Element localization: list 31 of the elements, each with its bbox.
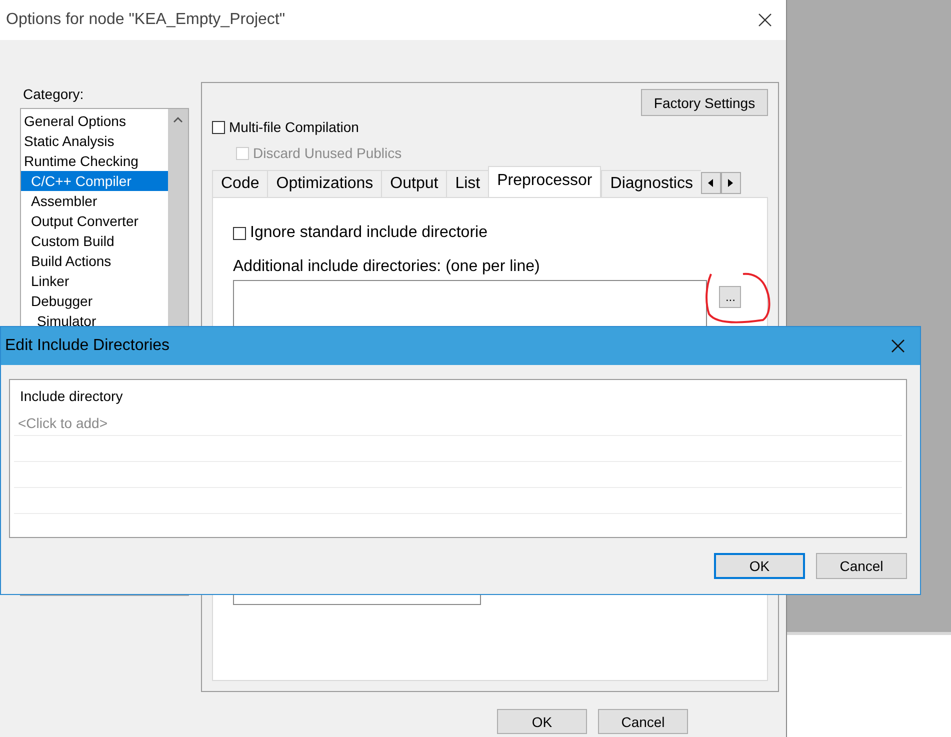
table-row[interactable]: <Click to add> bbox=[14, 410, 902, 436]
dialog-button[interactable]: OK bbox=[497, 709, 587, 734]
category-label: Category: bbox=[22, 85, 85, 104]
tab[interactable]: Code bbox=[212, 170, 268, 197]
checkbox-label: Multi-file Compilation bbox=[229, 119, 359, 135]
dialog-button[interactable]: OK bbox=[714, 553, 805, 579]
factory-settings-button[interactable]: Factory Settings bbox=[641, 89, 768, 116]
dialog-title: Edit Include Directories bbox=[5, 337, 170, 355]
category-item[interactable]: Assembler bbox=[21, 191, 168, 211]
browse-button[interactable]: ... bbox=[719, 286, 742, 308]
tab[interactable]: List bbox=[446, 170, 488, 197]
category-item[interactable]: Runtime Checking bbox=[21, 151, 168, 171]
category-item[interactable]: Debugger bbox=[21, 291, 168, 311]
window-title: Options for node "KEA_Empty_Project" bbox=[6, 11, 286, 29]
tab[interactable]: Optimizations bbox=[267, 170, 382, 197]
category-item[interactable]: C/C++ Compiler bbox=[21, 171, 168, 191]
category-item[interactable]: General Options bbox=[21, 111, 168, 131]
category-item[interactable]: Build Actions bbox=[21, 251, 168, 271]
tab[interactable]: Output bbox=[381, 170, 446, 197]
checkbox-label: Ignore standard include directorie bbox=[250, 224, 488, 242]
column-header: Include directory bbox=[19, 387, 124, 406]
dialog-button[interactable]: Cancel bbox=[598, 709, 688, 734]
field-label: Additional include directories: (one per line) bbox=[233, 258, 541, 276]
category-item[interactable]: Linker bbox=[21, 271, 168, 291]
category-item[interactable]: Static Analysis bbox=[21, 131, 168, 151]
category-item[interactable]: Output Converter bbox=[21, 211, 168, 231]
dialog-button[interactable]: Cancel bbox=[816, 553, 907, 579]
tab[interactable]: Diagnostics bbox=[601, 170, 701, 197]
category-item[interactable]: Custom Build bbox=[21, 231, 168, 251]
tab[interactable]: Preprocessor bbox=[488, 166, 602, 197]
checkbox-label: Discard Unused Publics bbox=[253, 145, 402, 161]
